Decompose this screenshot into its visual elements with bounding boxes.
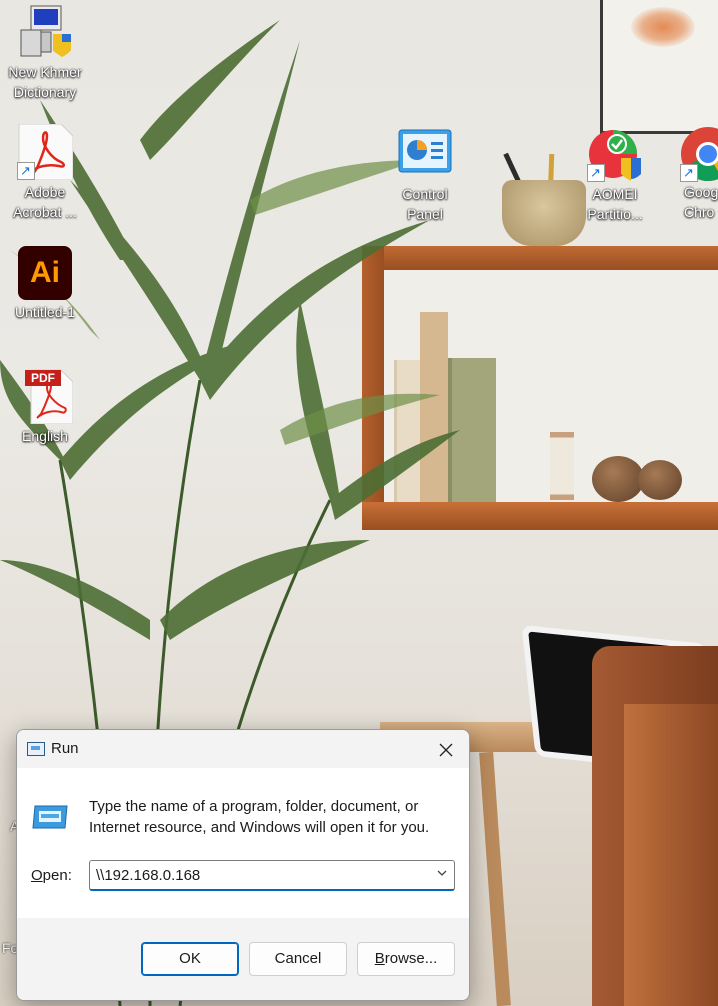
dropdown-button[interactable] [436, 867, 448, 881]
icon-label-line1: English [22, 428, 68, 444]
icon-label-line1: Goog [684, 184, 718, 200]
desktop-icon-adobe-acrobat[interactable]: Adobe Acrobat ... [3, 123, 87, 222]
pdf-badge: PDF [25, 370, 61, 386]
icon-label-line1: Adobe [24, 184, 66, 200]
installer-icon [17, 4, 73, 60]
run-program-icon [31, 804, 69, 830]
wall-picture-frame [600, 0, 718, 134]
acrobat-icon [17, 123, 74, 181]
run-dialog: Run Type the name of a program, folder, … [16, 729, 470, 1001]
illustrator-icon: Ai [18, 246, 72, 300]
icon-label-line2: Chro [684, 204, 715, 220]
illustrator-icon-text: Ai [30, 256, 60, 289]
icon-label-line1: Control Panel [402, 186, 448, 222]
chevron-down-icon [437, 870, 447, 876]
open-combobox[interactable] [89, 860, 455, 891]
icon-label-line1: New Khmer [8, 64, 82, 80]
desktop-icon-english-pdf[interactable]: PDF English [3, 368, 87, 446]
desktop-icon-control-panel[interactable]: Control Panel [383, 126, 467, 224]
dialog-button-bar: OK Cancel Browse... [17, 918, 469, 1000]
run-app-icon [27, 742, 45, 756]
desktop-icon-google-chrome[interactable]: Goog Chro [680, 126, 718, 222]
close-button[interactable] [423, 730, 469, 768]
icon-label-line2: Acrobat ... [13, 204, 77, 220]
open-input[interactable] [96, 861, 426, 889]
icon-label-line1: AOMEI [592, 186, 638, 202]
ok-button[interactable]: OK [141, 942, 239, 976]
dialog-titlebar[interactable]: Run [17, 730, 469, 768]
close-icon [439, 743, 453, 757]
pdf-file-icon: PDF [17, 368, 73, 424]
desktop-icon-new-khmer-dictionary[interactable]: New Khmer Dictionary [3, 4, 87, 102]
open-label: Open: [31, 867, 72, 884]
icon-label-line2: Dictionary [13, 84, 77, 100]
chrome-icon [680, 126, 718, 183]
dialog-description: Type the name of a program, folder, docu… [89, 798, 430, 836]
dialog-title: Run [51, 740, 79, 757]
desktop-icon-untitled-1[interactable]: Ai Untitled-1 [3, 246, 87, 322]
cancel-button[interactable]: Cancel [249, 942, 347, 976]
browse-button[interactable]: Browse... [357, 942, 455, 976]
icon-label-line1: Untitled-1 [15, 304, 75, 320]
aomei-partition-icon [587, 126, 643, 183]
desktop-icon-aomei-partition[interactable]: AOMEI Partitio... [573, 126, 657, 224]
icon-label-line2: Partitio... [587, 206, 643, 222]
hourglass-decor [550, 432, 574, 500]
control-panel-icon [397, 126, 453, 182]
